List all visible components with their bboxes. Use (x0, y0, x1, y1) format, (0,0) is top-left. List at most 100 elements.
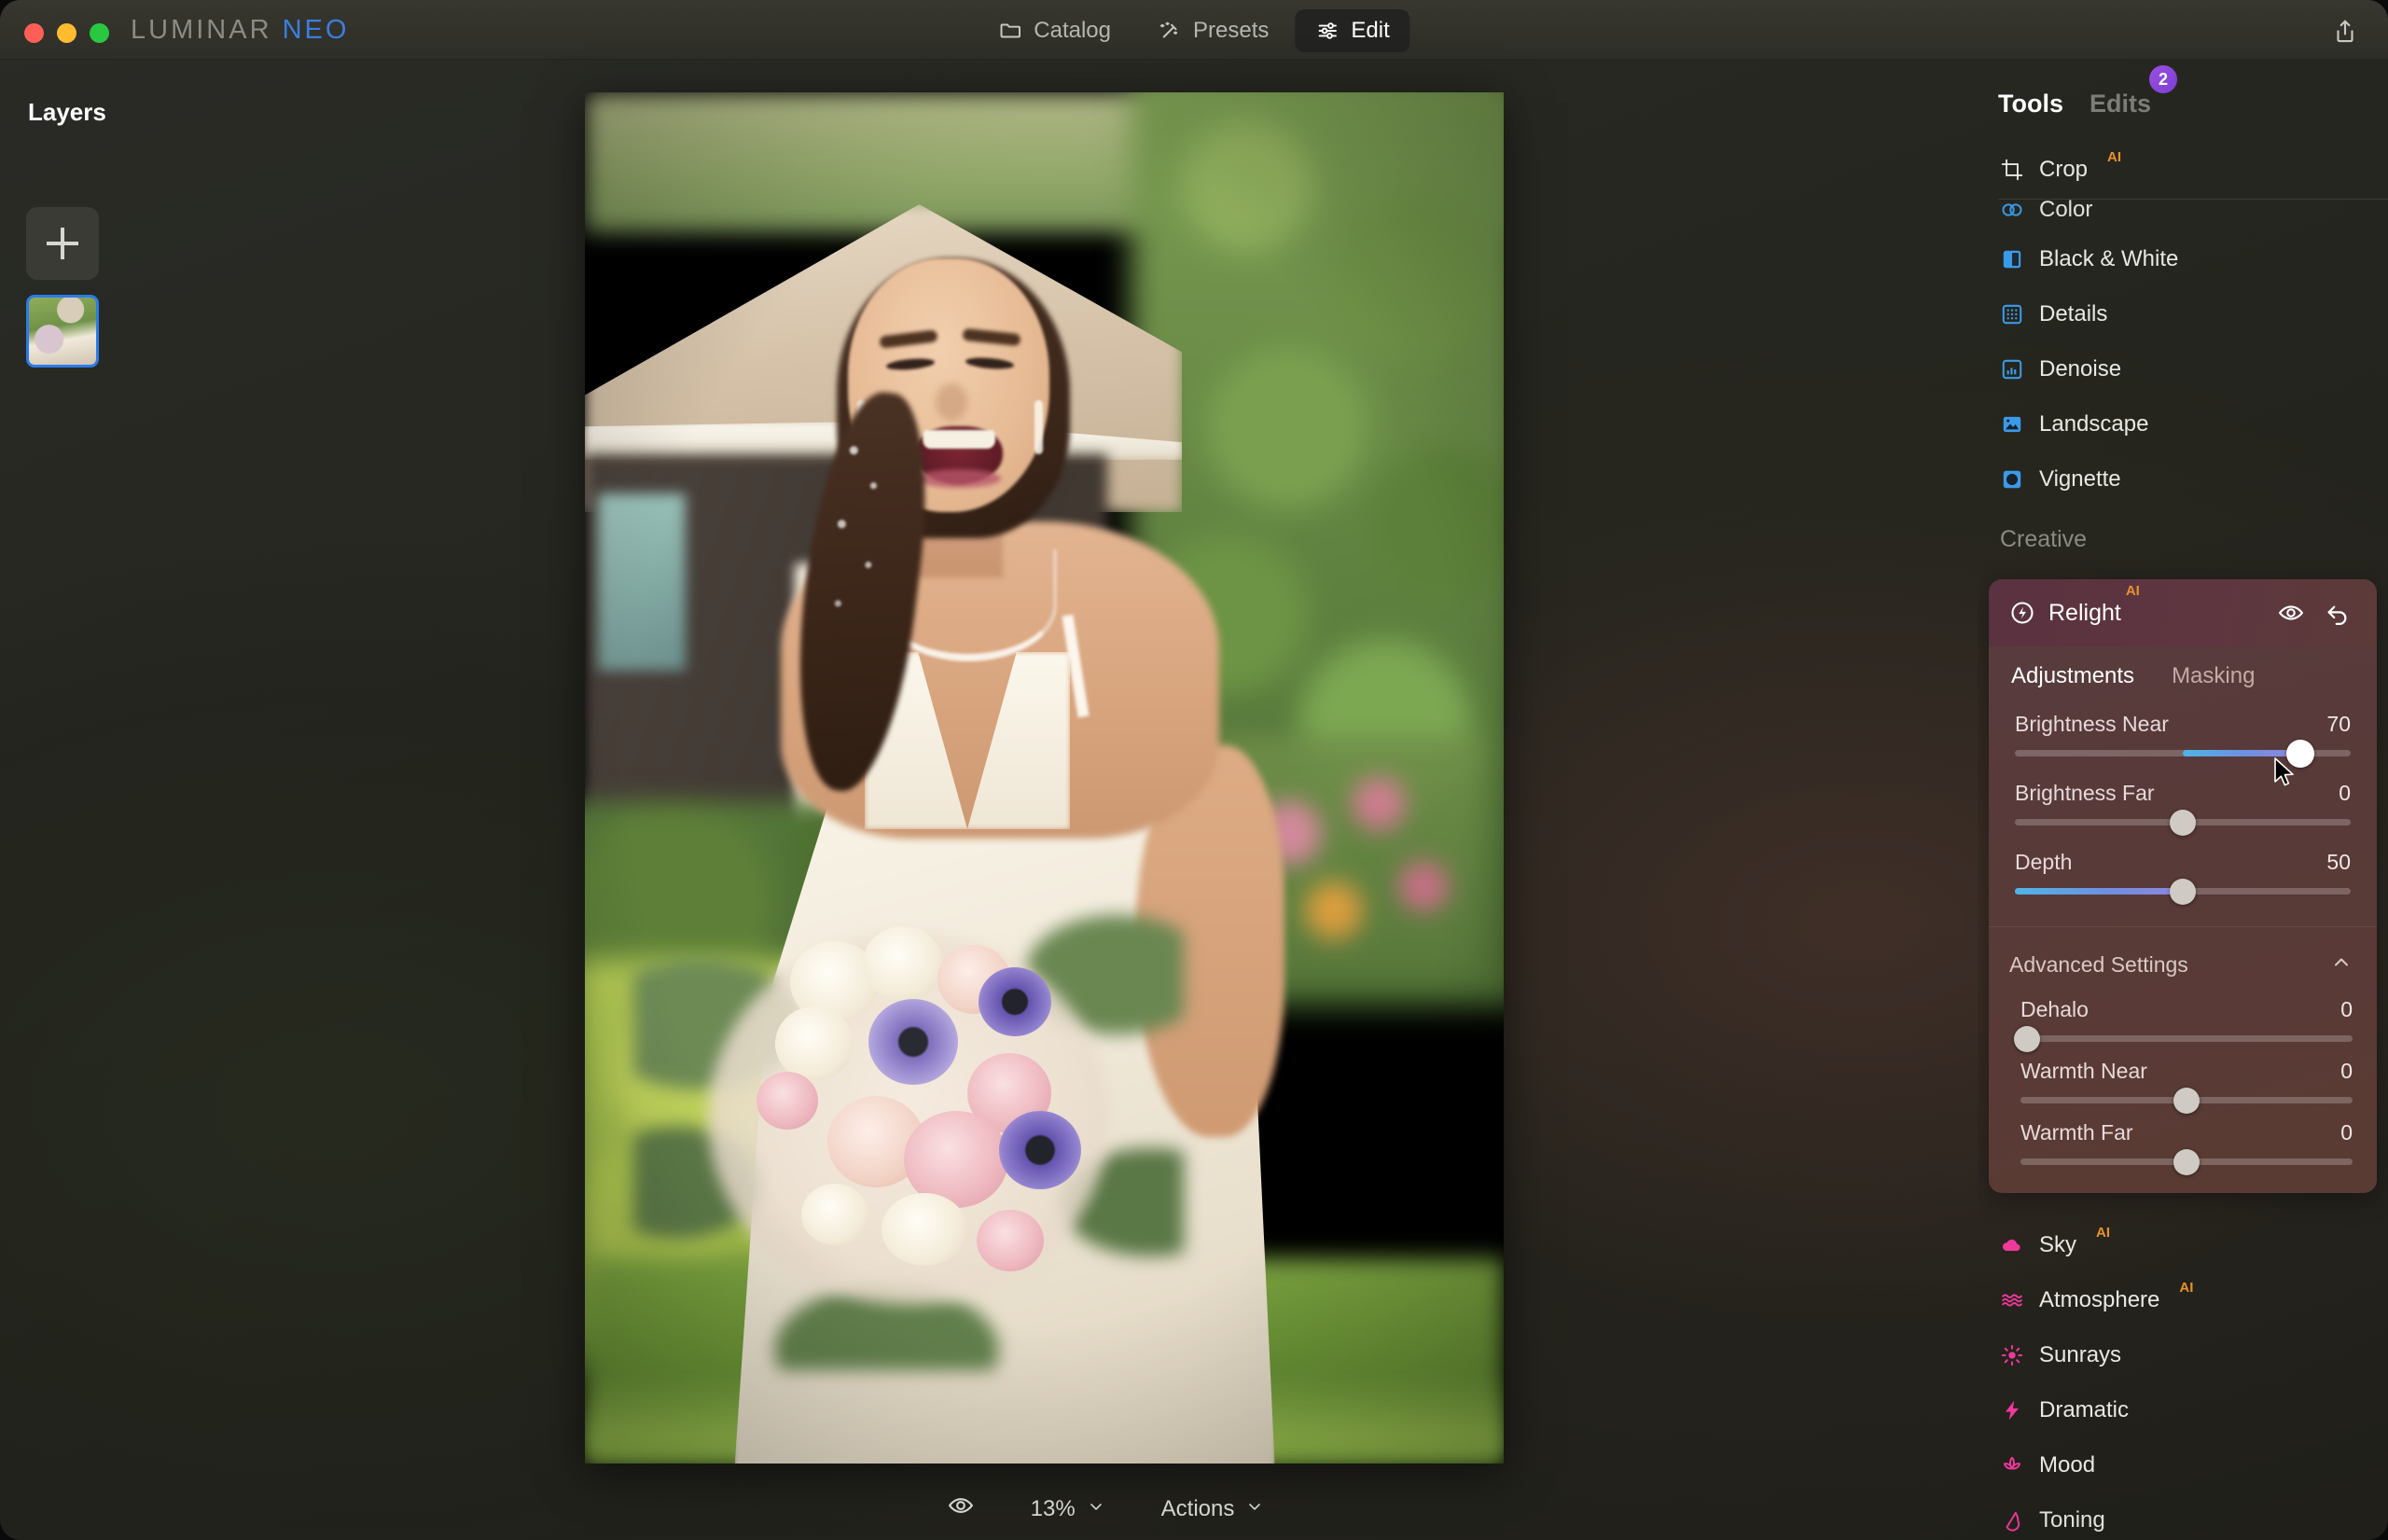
slider-handle[interactable] (2170, 809, 2196, 836)
slider-dehalo: Dehalo 0 (1989, 988, 2377, 1052)
ai-badge: AI (2096, 1225, 2111, 1241)
slider-warmth-near: Warmth Near 0 (1989, 1049, 2377, 1114)
toning-icon (2000, 1508, 2024, 1533)
relight-visibility-toggle[interactable] (2272, 594, 2310, 631)
tool-item-landscape[interactable]: Landscape (1978, 396, 2388, 451)
maximize-window-button[interactable] (90, 23, 109, 43)
layer-thumbnail-item[interactable] (26, 295, 99, 368)
denoise-icon (2000, 357, 2024, 382)
slider-value: 0 (2340, 1120, 2353, 1145)
slider-label: Brightness Far (2015, 781, 2155, 805)
relight-panel-title: Relight (2048, 599, 2121, 626)
tool-item-toning[interactable]: Toning (1978, 1492, 2388, 1540)
plus-icon (47, 228, 78, 259)
layers-panel-title: Layers (28, 98, 106, 126)
relight-bolt-icon (2009, 600, 2035, 626)
app-logo: LUMINAR NEO (131, 15, 349, 46)
slider-value: 0 (2339, 781, 2351, 805)
relight-panel-header[interactable]: Relight AI (1989, 579, 2377, 646)
section-label-creative: Creative (2000, 525, 2088, 552)
slider-brightness-near: Brightness Near 70 (1989, 693, 2377, 768)
tool-item-dramatic[interactable]: Dramatic (1978, 1382, 2388, 1437)
tool-label-sunrays: Sunrays (2039, 1341, 2122, 1367)
tool-label-color: Color (2039, 197, 2093, 222)
slider-depth: Depth 50 (1989, 831, 2377, 911)
canvas-status-bar: 13% Actions (233, 1478, 1978, 1540)
slider-label: Depth (2015, 850, 2073, 874)
slider-handle[interactable] (2173, 1148, 2200, 1175)
tool-item-black-and-white[interactable]: Black & White (1978, 231, 2388, 286)
mode-presets-button[interactable]: Presets (1137, 9, 1289, 52)
actions-menu-button[interactable]: Actions (1161, 1496, 1265, 1522)
relight-tab-masking[interactable]: Masking (2172, 663, 2255, 689)
brand-main-text: LUMINAR (131, 15, 272, 45)
ai-badge: AI (2125, 583, 2140, 599)
tab-tools[interactable]: Tools (1998, 90, 2063, 118)
add-layer-button[interactable] (26, 207, 99, 280)
preview-toggle-button[interactable] (947, 1491, 975, 1526)
tab-edits-label: Edits (2090, 90, 2152, 118)
tools-panel: Tools Edits 2 Crop AI Color Black & Whit… (1978, 60, 2388, 1540)
slider-track[interactable] (2015, 878, 2351, 905)
slider-track[interactable] (2015, 739, 2351, 768)
chevron-down-icon (1087, 1496, 1105, 1522)
waves-icon (2000, 1288, 2024, 1312)
chevron-down-icon (1245, 1496, 1264, 1522)
zoom-level-selector[interactable]: 13% (1031, 1496, 1105, 1522)
tool-label-denoise: Denoise (2039, 355, 2122, 382)
zoom-level-label: 13% (1030, 1495, 1076, 1521)
sliders-icon (1315, 19, 1340, 43)
slider-track[interactable] (2020, 1148, 2353, 1175)
tool-label-atmosphere: Atmosphere (2039, 1286, 2160, 1312)
relight-tab-masking-label: Masking (2172, 663, 2256, 688)
tool-item-atmosphere[interactable]: Atmosphere AI (1978, 1272, 2388, 1327)
slider-fill (2015, 888, 2183, 895)
tab-tools-label: Tools (1998, 90, 2063, 118)
close-window-button[interactable] (24, 23, 44, 43)
tool-item-sunrays[interactable]: Sunrays (1978, 1327, 2388, 1382)
slider-handle[interactable] (2173, 1087, 2200, 1114)
mode-catalog-button[interactable]: Catalog (978, 9, 1132, 52)
tab-edits[interactable]: Edits 2 (2090, 65, 2178, 118)
title-bar: LUMINAR NEO Catalog Presets Edit (0, 0, 2388, 60)
tools-panel-tabs: Tools Edits 2 (1998, 65, 2178, 118)
tool-label-crop: Crop (2039, 156, 2089, 182)
slider-handle[interactable] (2014, 1025, 2041, 1052)
slider-handle[interactable] (2170, 878, 2196, 905)
slider-handle[interactable] (2286, 739, 2314, 768)
mode-edit-label: Edit (1351, 18, 1390, 43)
bolt-icon (2000, 1398, 2024, 1422)
relight-tab-adjustments-label: Adjustments (2011, 663, 2135, 688)
tool-item-details[interactable]: Details (1978, 286, 2388, 341)
slider-value: 50 (2326, 850, 2351, 874)
color-icon (2000, 198, 2024, 222)
tool-item-mood[interactable]: Mood (1978, 1437, 2388, 1492)
tool-item-sky[interactable]: Sky AI (1978, 1217, 2388, 1272)
cloud-icon (2000, 1233, 2024, 1257)
magic-wand-icon (1158, 19, 1182, 43)
relight-reset-button[interactable] (2319, 594, 2356, 631)
mode-edit-button[interactable]: Edit (1295, 9, 1410, 52)
slider-track[interactable] (2020, 1087, 2353, 1114)
share-export-icon[interactable] (2325, 11, 2366, 52)
ai-badge: AI (2107, 149, 2122, 165)
tool-label-vignette: Vignette (2039, 465, 2121, 492)
slider-value: 0 (2340, 1059, 2353, 1083)
mode-presets-label: Presets (1193, 18, 1270, 43)
folder-icon (998, 19, 1022, 43)
minimize-window-button[interactable] (57, 23, 76, 43)
tools-scroll-container[interactable]: Crop AI Color Black & White Details Deno… (1978, 142, 2388, 1540)
bride-photograph (585, 92, 1504, 1464)
tool-item-vignette[interactable]: Vignette (1978, 451, 2388, 506)
tool-label-details: Details (2039, 300, 2108, 326)
tool-item-color[interactable]: Color (1978, 188, 2388, 231)
sun-icon (2000, 1343, 2024, 1367)
slider-value: 70 (2326, 712, 2351, 736)
photo-canvas[interactable] (585, 92, 1504, 1464)
tool-item-denoise[interactable]: Denoise (1978, 341, 2388, 396)
advanced-settings-toggle[interactable]: Advanced Settings (1989, 926, 2377, 988)
relight-tab-adjustments[interactable]: Adjustments (2011, 663, 2134, 689)
slider-track[interactable] (2014, 1025, 2353, 1052)
slider-track[interactable] (2015, 809, 2351, 836)
canvas-area (233, 60, 1978, 1478)
